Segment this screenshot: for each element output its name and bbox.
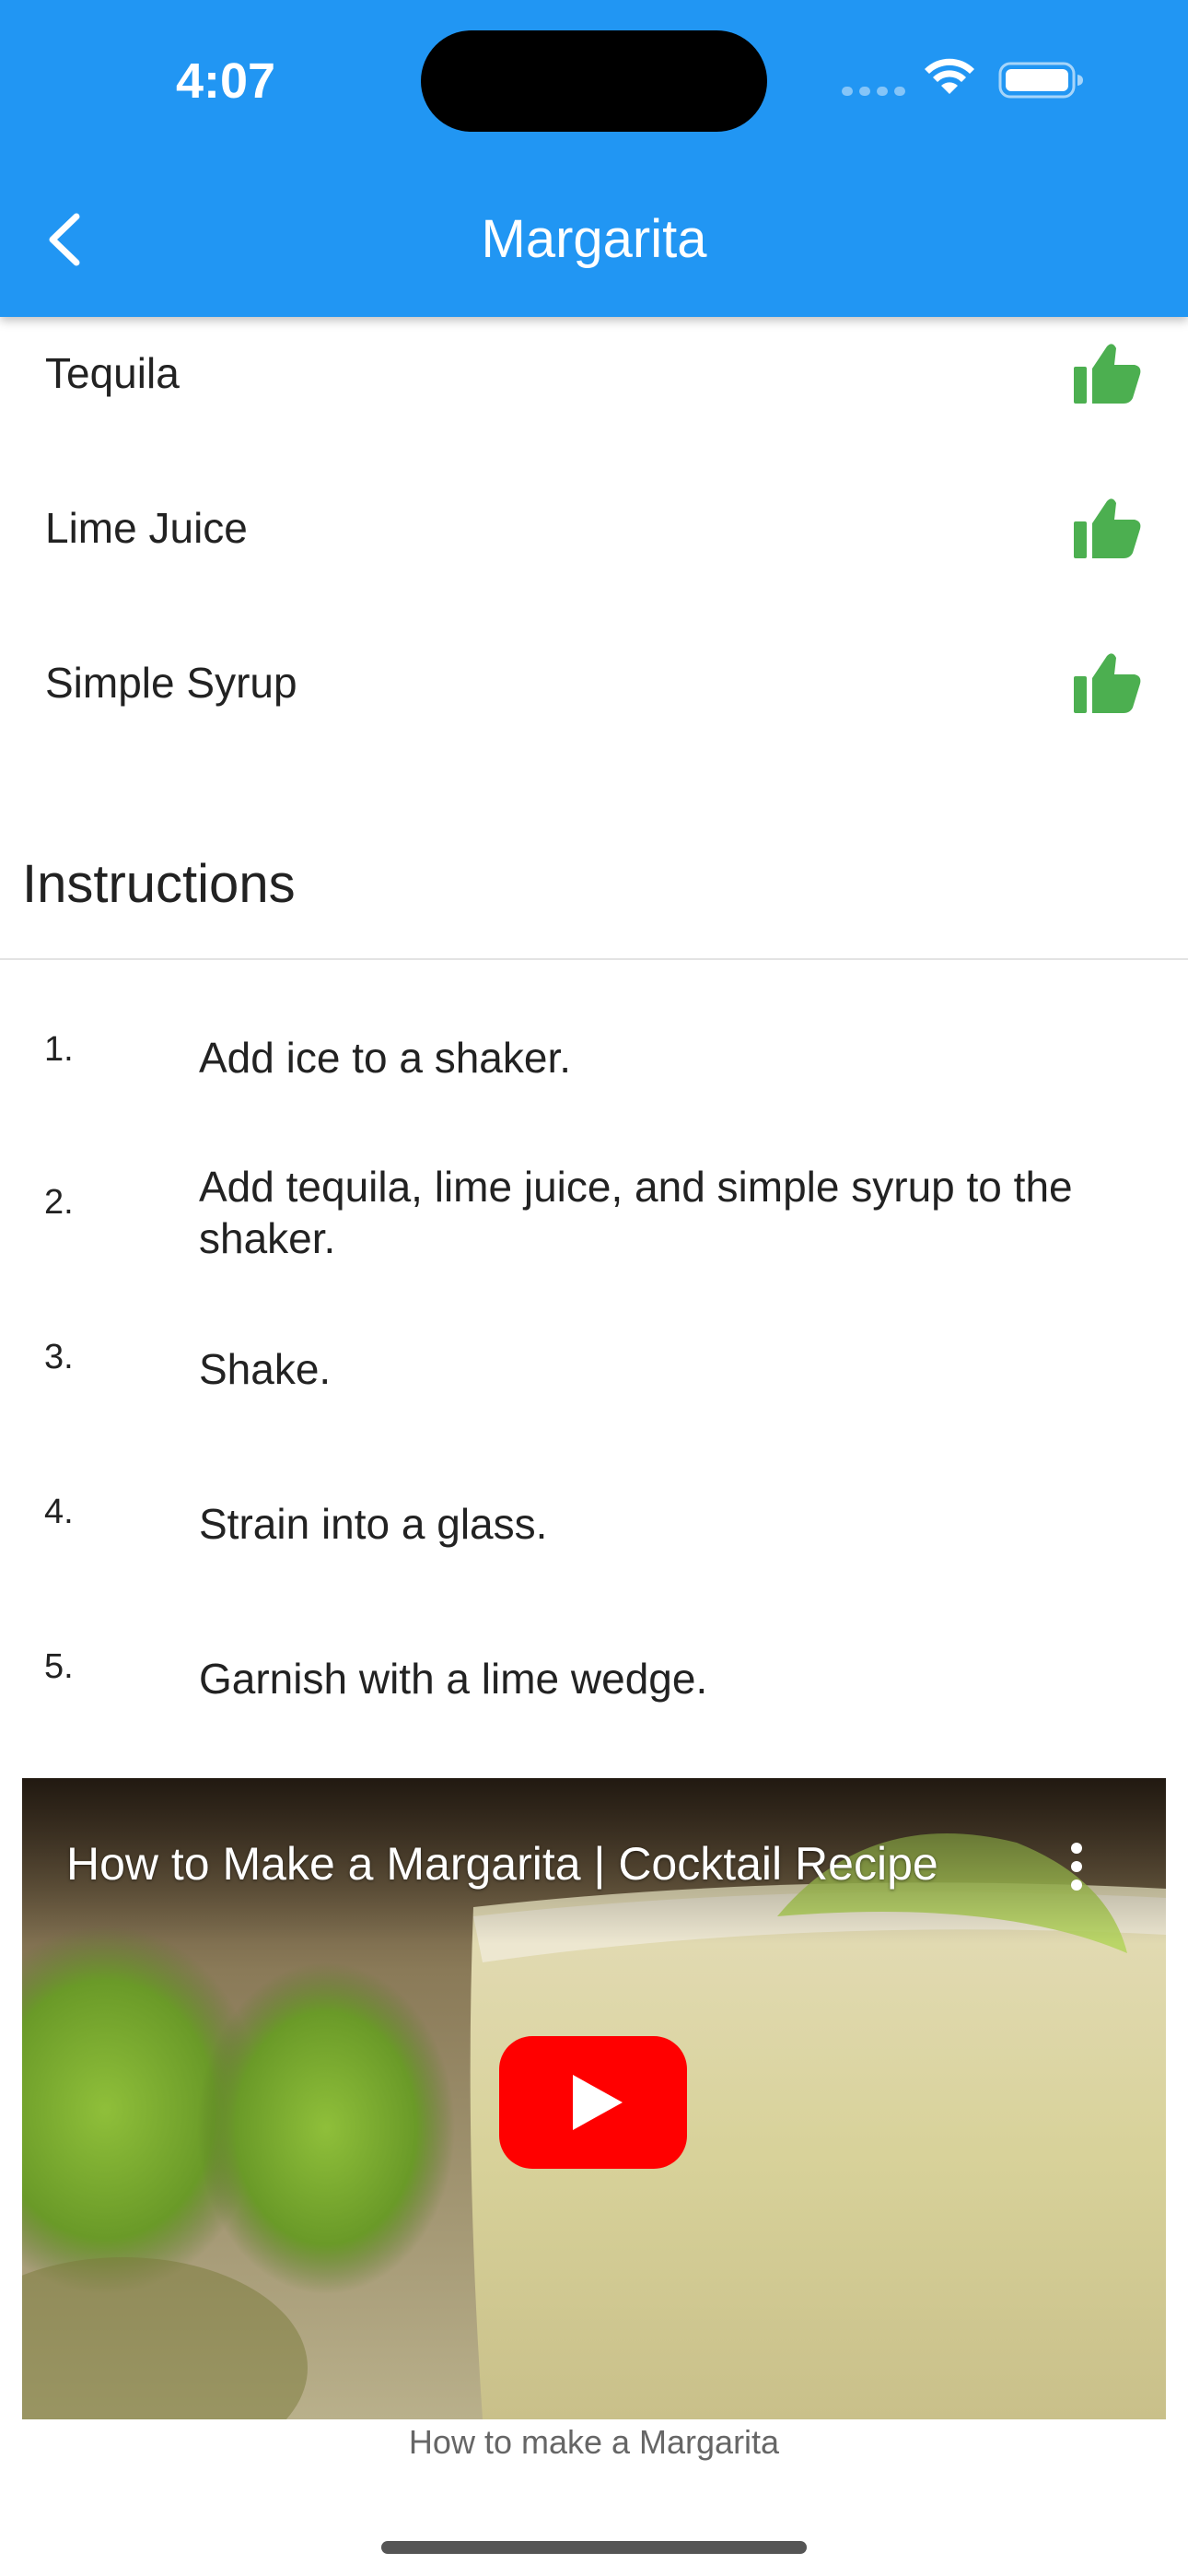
video-title: How to Make a Margarita | Cocktail Recip… (66, 1838, 938, 1890)
step-text: Garnish with a lime wedge. (199, 1655, 708, 1703)
back-button[interactable] (26, 197, 101, 282)
app-bar: 4:07 Margarita (0, 0, 1188, 317)
step-number: 3. (44, 1338, 74, 1376)
instructions-heading: Instructions (22, 854, 296, 914)
thumbs-up-icon[interactable] (1072, 650, 1142, 715)
divider (0, 958, 1188, 960)
step-text: Add ice to a shaker. (199, 1034, 572, 1082)
step-number: 2. (44, 1183, 74, 1222)
youtube-play-icon[interactable] (499, 2036, 687, 2169)
page-title: Margarita (481, 209, 707, 269)
wifi-icon (925, 58, 974, 94)
more-vertical-icon[interactable] (1054, 1839, 1100, 1894)
thumbs-up-icon[interactable] (1072, 496, 1142, 560)
step-number: 1. (44, 1030, 74, 1069)
dynamic-island (421, 30, 767, 132)
ingredient-row: Simple Syrup (0, 604, 1188, 759)
cellular-signal-icon (842, 87, 906, 96)
chevron-left-icon (49, 213, 80, 266)
ingredient-row: Lime Juice (0, 450, 1188, 604)
status-time: 4:07 (175, 53, 276, 109)
ingredient-name: Simple Syrup (45, 659, 297, 707)
video-player[interactable]: How to Make a Margarita | Cocktail Recip… (22, 1778, 1166, 2419)
screen: 4:07 Margarita Tequila Lime Juice Simple… (0, 0, 1188, 2576)
ingredient-name: Lime Juice (45, 504, 248, 552)
step-number: 4. (44, 1493, 74, 1531)
ingredient-row: Tequila (0, 295, 1188, 450)
step-number: 5. (44, 1647, 74, 1686)
ingredient-name: Tequila (45, 349, 180, 397)
home-indicator (381, 2541, 807, 2554)
video-caption: How to make a Margarita (408, 2423, 780, 2461)
step-text: Shake. (199, 1345, 332, 1393)
battery-icon (998, 62, 1083, 99)
thumbs-up-icon[interactable] (1072, 341, 1142, 405)
step-text: Strain into a glass. (199, 1500, 548, 1548)
step-text: Add tequila, lime juice, and simple syru… (199, 1163, 1073, 1262)
